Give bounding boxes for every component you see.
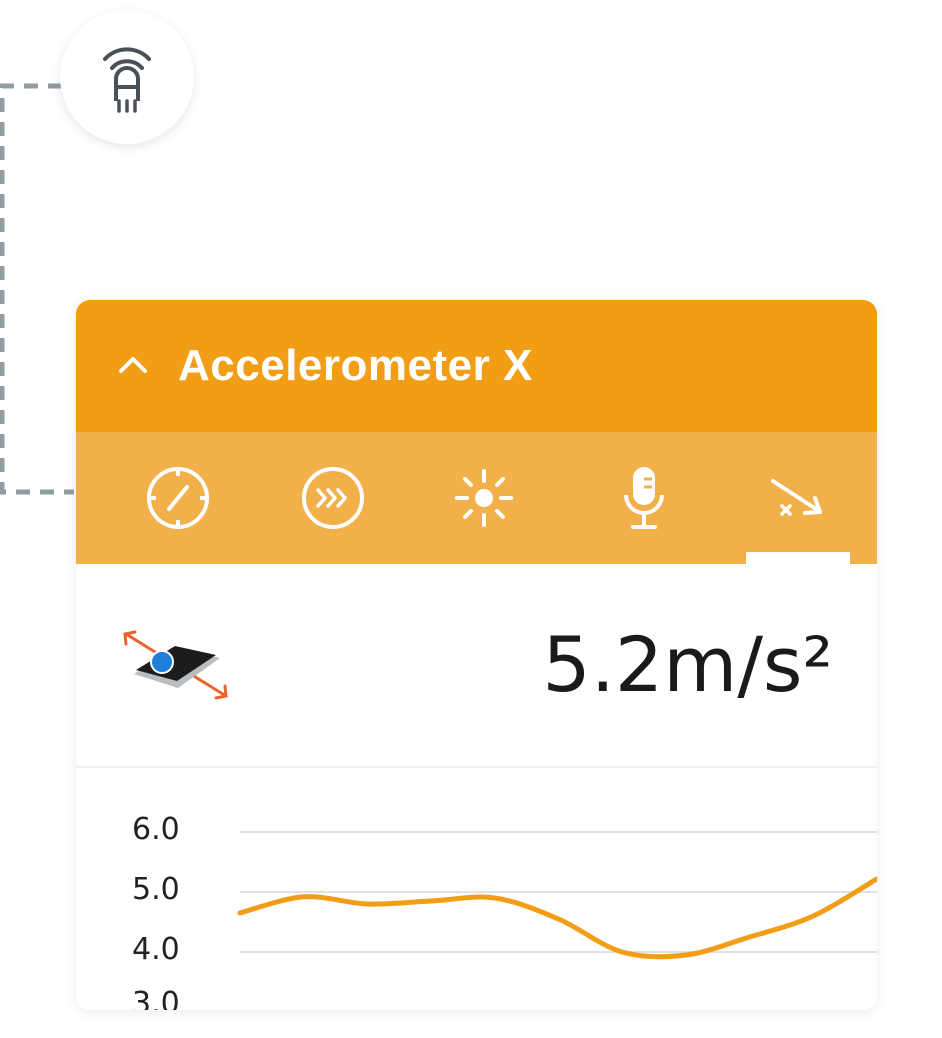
y-tick-label: 5.0: [132, 872, 180, 907]
line-chart: [237, 831, 877, 960]
tab-speed[interactable]: [273, 432, 393, 564]
tab-accelerometer[interactable]: [738, 432, 858, 564]
compass-icon: [147, 467, 209, 529]
active-tab-indicator: [746, 552, 850, 564]
y-tick-label: 3.0: [132, 986, 180, 1010]
chart-area: 6.0 5.0 4.0 3.0: [76, 768, 877, 1010]
accelerometer-icon: [771, 479, 822, 516]
sensor-card: Accelerometer X 5.2m/s² 6.0 5.0 4.0 3.0: [76, 300, 877, 1010]
phone-axis-icon: [123, 630, 228, 700]
device-badge[interactable]: [60, 10, 194, 144]
reading-value: 5.2m/s²: [542, 620, 833, 709]
tab-compass[interactable]: [118, 432, 238, 564]
reading-row: 5.2m/s²: [76, 564, 877, 768]
tab-microphone[interactable]: [584, 432, 704, 564]
y-tick-label: 4.0: [132, 932, 180, 967]
y-tick-label: 6.0: [132, 812, 180, 847]
series-line: [237, 876, 877, 960]
card-header[interactable]: Accelerometer X: [76, 300, 877, 432]
speed-forward-icon: [302, 467, 364, 529]
brightness-icon: [455, 469, 513, 527]
chevron-up-icon[interactable]: [116, 349, 150, 383]
broadcast-sensor-icon: [103, 47, 151, 113]
microphone-icon: [624, 467, 664, 529]
tab-brightness[interactable]: [424, 432, 544, 564]
sensor-tabs: [76, 432, 877, 564]
card-title: Accelerometer X: [178, 341, 533, 390]
